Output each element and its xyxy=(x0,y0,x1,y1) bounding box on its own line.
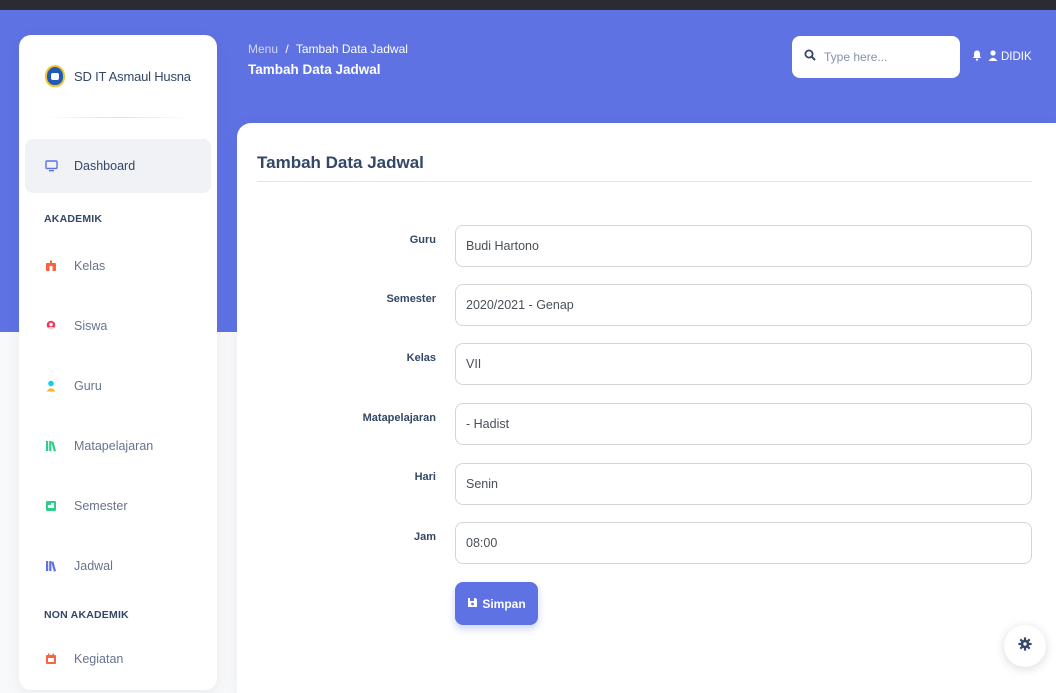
page-title: Tambah Data Jadwal xyxy=(248,62,381,77)
sidebar: SD IT Asmaul Husna Dashboard AKADEMIK Ke… xyxy=(19,35,217,690)
breadcrumb: Menu / Tambah Data Jadwal xyxy=(248,42,408,56)
section-non-akademik: NON AKADEMIK xyxy=(44,609,129,621)
sidebar-item-label: Dashboard xyxy=(74,159,136,173)
brand[interactable]: SD IT Asmaul Husna xyxy=(19,35,217,117)
books-icon xyxy=(44,439,58,453)
floppy-disk-icon xyxy=(467,597,482,611)
label-guru: Guru xyxy=(409,234,436,246)
sidebar-item-label: Matapelajaran xyxy=(74,439,154,453)
sidebar-item-kelas[interactable]: Kelas xyxy=(25,239,211,293)
label-jam: Jam xyxy=(413,531,436,543)
save-button-label: Simpan xyxy=(482,596,526,611)
teacher-icon xyxy=(44,379,58,393)
school-logo-icon xyxy=(45,65,65,87)
bell-icon[interactable] xyxy=(972,50,985,64)
sidebar-item-label: Jadwal xyxy=(74,559,113,573)
books-icon xyxy=(44,559,58,573)
search-input[interactable] xyxy=(824,50,954,64)
title-divider xyxy=(257,181,1032,182)
user-icon xyxy=(988,50,1001,64)
breadcrumb-current: Tambah Data Jadwal xyxy=(295,42,408,56)
search-icon xyxy=(804,48,816,66)
search-box[interactable] xyxy=(792,36,960,78)
sidebar-item-label: Guru xyxy=(74,379,102,393)
event-icon xyxy=(44,652,58,666)
guru-field[interactable]: Budi Hartono xyxy=(455,225,1032,267)
kelas-field[interactable]: VII xyxy=(455,343,1032,385)
hari-field[interactable]: Senin xyxy=(455,463,1032,505)
gear-icon xyxy=(1018,636,1032,656)
sidebar-item-label: Siswa xyxy=(74,319,108,333)
calendar-icon xyxy=(44,499,58,513)
sidebar-item-label: Kelas xyxy=(74,259,106,273)
form-card: Tambah Data Jadwal Guru Budi Hartono Sem… xyxy=(237,123,1056,693)
monitor-icon xyxy=(44,159,58,173)
user-name: DIDIK xyxy=(1001,51,1032,63)
sidebar-item-semester[interactable]: Semester xyxy=(25,479,211,533)
label-matapelajaran: Matapelajaran xyxy=(362,412,436,424)
sidebar-item-siswa[interactable]: Siswa xyxy=(25,299,211,353)
label-kelas: Kelas xyxy=(406,352,436,364)
brand-name: SD IT Asmaul Husna xyxy=(74,68,191,84)
user-icon xyxy=(44,319,58,333)
form-title: Tambah Data Jadwal xyxy=(257,153,424,172)
jam-field[interactable]: 08:00 xyxy=(455,522,1032,564)
breadcrumb-root[interactable]: Menu xyxy=(248,42,278,56)
user-menu[interactable]: DIDIK xyxy=(972,50,1032,64)
sidebar-item-kegiatan[interactable]: Kegiatan xyxy=(25,632,211,686)
sidebar-item-guru[interactable]: Guru xyxy=(25,359,211,413)
settings-button[interactable] xyxy=(1004,625,1046,667)
semester-field[interactable]: 2020/2021 - Genap xyxy=(455,284,1032,326)
sidebar-divider xyxy=(43,117,193,118)
sidebar-item-jadwal[interactable]: Jadwal xyxy=(25,539,211,593)
browser-top-strip xyxy=(0,0,1056,10)
matapelajaran-field[interactable]: - Hadist xyxy=(455,403,1032,445)
sidebar-item-label: Semester xyxy=(74,499,128,513)
sidebar-item-matapelajaran[interactable]: Matapelajaran xyxy=(25,419,211,473)
sidebar-item-label: Kegiatan xyxy=(74,652,124,666)
label-semester: Semester xyxy=(386,293,436,305)
breadcrumb-separator: / xyxy=(285,42,289,56)
school-icon xyxy=(44,259,58,273)
section-akademik: AKADEMIK xyxy=(44,213,103,225)
save-button[interactable]: Simpan xyxy=(455,582,538,625)
label-hari: Hari xyxy=(414,471,436,483)
sidebar-item-dashboard[interactable]: Dashboard xyxy=(25,139,211,193)
